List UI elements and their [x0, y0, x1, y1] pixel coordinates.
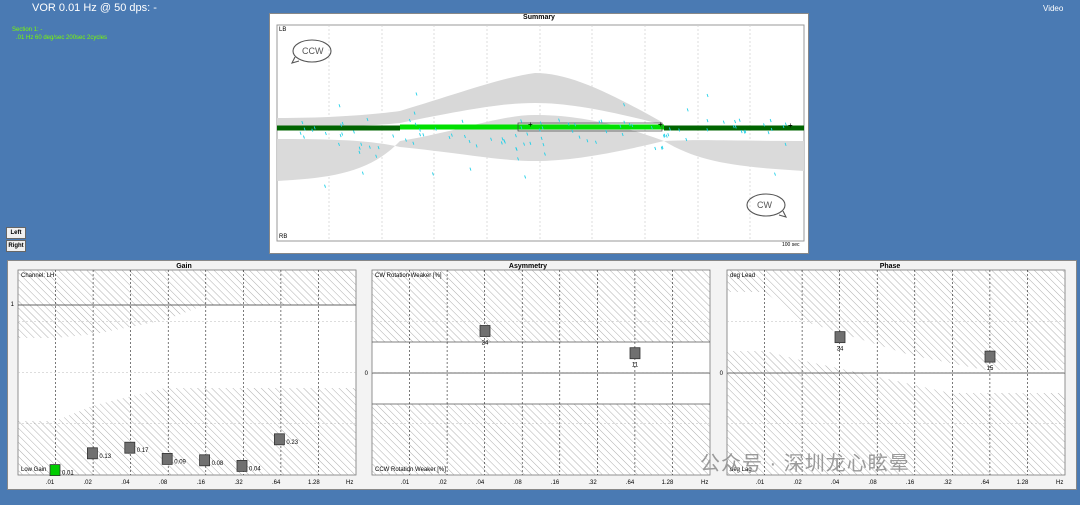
x-tick-label: 1.28 [308, 480, 320, 486]
x-tick-label: .01 [401, 480, 410, 486]
asymmetry-top-label: CW Rotation Weaker [%] [375, 273, 442, 279]
data-label: 0.17 [137, 448, 149, 454]
asymmetry-y-tick: 0 [365, 371, 369, 377]
x-tick-label: .08 [868, 480, 877, 486]
data-label: 0.04 [249, 466, 261, 472]
asymmetry-x-unit: Hz [701, 480, 708, 486]
results-charts: Gain Channel: LH Low Gain 1 .01 .02 .04 .08… [11, 263, 1066, 486]
x-tick-label: .02 [84, 480, 93, 486]
x-tick-label: .16 [197, 480, 206, 486]
x-tick-label: .64 [626, 480, 635, 486]
phase-y-tick: 0 [720, 371, 724, 377]
x-tick-label: .64 [272, 480, 281, 486]
x-tick-label: .02 [793, 480, 802, 486]
gain-y-tick: 1 [11, 302, 15, 308]
x-tick-label: .01 [756, 480, 765, 486]
x-tick-label: .16 [551, 480, 560, 486]
x-tick-label: 1.28 [662, 480, 674, 486]
x-tick-label: .02 [438, 480, 447, 486]
phase-top-label: deg Lead [730, 273, 755, 279]
phase-x-unit: Hz [1056, 480, 1063, 486]
data-label: 0.13 [99, 454, 111, 460]
data-point [236, 459, 248, 472]
gain-chart: Gain Channel: LH Low Gain 1 .01 .02 .04 .08… [11, 263, 357, 486]
x-tick-label: 1.28 [1017, 480, 1029, 486]
gain-x-unit: Hz [346, 480, 353, 486]
x-tick-label: .08 [159, 480, 168, 486]
x-tick-label: .04 [831, 480, 840, 486]
data-label: 15 [987, 366, 994, 372]
x-tick-label: .04 [476, 480, 485, 486]
phase-title: Phase [880, 263, 901, 270]
data-point [161, 452, 173, 465]
data-label: 0.08 [212, 461, 224, 467]
data-label: 24 [482, 341, 489, 347]
x-tick-label: .32 [588, 480, 597, 486]
gain-title: Gain [176, 263, 192, 270]
asymmetry-chart: Asymmetry CW Rotation Weaker [%] CCW Rot… [365, 263, 711, 486]
x-tick-label: .01 [46, 480, 55, 486]
data-point [124, 441, 136, 454]
data-point [834, 331, 846, 344]
x-tick-label: .64 [981, 480, 990, 486]
data-point [479, 325, 491, 337]
asymmetry-bottom-label: CCW Rotation Weaker [%] [375, 467, 446, 473]
gain-low-label: Low Gain [21, 467, 46, 473]
data-point [49, 464, 61, 477]
gain-channel-label: Channel: LH [21, 273, 54, 279]
data-label: 0.23 [286, 440, 298, 446]
data-label: 34 [837, 347, 844, 353]
x-tick-label: .32 [943, 480, 952, 486]
x-tick-label: .32 [234, 480, 243, 486]
watermark: 公众号 · 深圳龙心眩晕 [700, 453, 910, 475]
data-point [273, 433, 285, 446]
data-point [984, 350, 996, 363]
x-tick-label: .04 [121, 480, 130, 486]
data-label: 0.09 [174, 459, 186, 465]
x-tick-label: .08 [513, 480, 522, 486]
x-tick-label: .16 [906, 480, 915, 486]
data-label: 11 [632, 363, 639, 369]
asymmetry-title: Asymmetry [509, 263, 547, 270]
data-point [629, 347, 641, 360]
data-label: 0.01 [62, 471, 74, 477]
data-point [87, 447, 98, 460]
data-point [199, 454, 211, 467]
